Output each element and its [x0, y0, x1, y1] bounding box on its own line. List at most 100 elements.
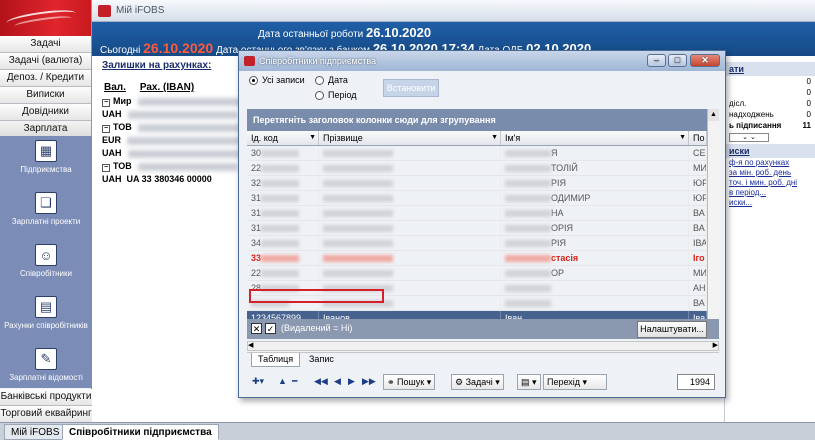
shortcut-label: Зарплатні проекти [11, 217, 81, 226]
link-statement[interactable]: ф-я по рахунках [725, 158, 815, 168]
search-button[interactable]: ⚭ Пошук ▾ [383, 374, 436, 390]
today-date: 26.10.2020 [143, 40, 214, 56]
table-row[interactable]: 34 РІЯ ІВА [247, 236, 707, 251]
next-record-icon[interactable]: ▶ [345, 374, 358, 390]
minimize-icon[interactable]: – [647, 54, 666, 67]
set-button[interactable]: Встановити [383, 79, 439, 97]
shortcut-salary-projects[interactable]: ❏ Зарплатні проекти [0, 188, 92, 240]
triangle-up-icon[interactable]: ▲ [275, 374, 290, 390]
tab-table[interactable]: Таблиця [251, 353, 301, 367]
delete-icon[interactable]: ━ [289, 374, 300, 390]
menu-deposits-credits[interactable]: Депоз. / Кредити [0, 70, 91, 87]
menu-directories[interactable]: Довідники [0, 104, 91, 121]
link-statement[interactable]: в період... [725, 188, 815, 198]
dialog-titlebar[interactable]: Співробітники підприємства – □ ✕ [239, 51, 725, 71]
mini-dropdown[interactable]: ⌄ ⌄ [729, 133, 769, 142]
menu-statements[interactable]: Виписки [0, 87, 91, 104]
grid-vscrollbar[interactable]: ▲ [707, 109, 719, 339]
shortcut-enterprises[interactable]: ▦ Підприємства [0, 136, 92, 188]
link-statement[interactable]: точ. і мин. роб. дні [725, 178, 815, 188]
group-by-area[interactable]: Перетягніть заголовок колонки сюди для з… [247, 109, 707, 131]
scroll-up-icon[interactable]: ▲ [708, 109, 719, 121]
collapse-icon[interactable]: − [102, 125, 110, 133]
chevron-down-icon: ▼ [491, 134, 498, 141]
accounts-title[interactable]: Залишки на рахунках: [102, 60, 211, 71]
shortcut-employees[interactable]: ☺ Співробітники [0, 240, 92, 292]
cards-icon: ▤ [35, 296, 57, 318]
cell-id: 31 [247, 206, 319, 220]
tasks-button[interactable]: ⚙ Задачі ▾ [451, 374, 504, 390]
first-record-icon[interactable]: ◀◀ [311, 374, 331, 390]
account-group[interactable]: − ТОВ [102, 122, 248, 133]
menu-bank-products[interactable]: Банківські продукти [0, 389, 92, 406]
account-row[interactable]: UAH [102, 109, 238, 119]
cell-surname [319, 161, 501, 175]
app-icon [98, 5, 111, 17]
account-group[interactable]: − ТОВ [102, 161, 238, 172]
table-row[interactable]: 30 Я СЕ [247, 146, 707, 161]
last-record-icon[interactable]: ▶▶ [359, 374, 379, 390]
col-name[interactable]: Ім'я ▼ [501, 131, 689, 145]
radio-dot[interactable] [315, 75, 324, 85]
menu-tasks[interactable]: Задачі [0, 36, 91, 53]
cell-patr: СЕ [689, 146, 707, 160]
grid-header: Ід. код ▼ Прізвище ▼ Ім'я ▼ По [247, 131, 707, 146]
cell-patr: ІВА [689, 236, 707, 250]
table-row[interactable]: 31 ОРІЯ ВА [247, 221, 707, 236]
account-row[interactable]: UAH UA 33 380346 00000 [102, 174, 212, 184]
cell-name: ТОЛІЙ [501, 161, 689, 175]
cell-id: 31 [247, 191, 319, 205]
shortcut-label: Зарплатні відомості [9, 373, 83, 382]
goto-dropdown[interactable]: Перехід ▾ [543, 374, 607, 390]
scroll-left-icon[interactable]: ◀ [248, 342, 253, 349]
cell-name: ОДИМИР [501, 191, 689, 205]
task-employees[interactable]: Співробітники підприємства [62, 424, 219, 440]
collapse-icon[interactable]: − [102, 164, 110, 172]
menu-tasks-currency[interactable]: Задачі (валюта) [0, 53, 91, 70]
filter-checkbox[interactable]: ✓ [265, 323, 276, 334]
table-row[interactable]: 31 ОДИМИР ЮР [247, 191, 707, 206]
right-panel-title[interactable]: ати [725, 62, 815, 76]
radio-dot[interactable] [315, 90, 324, 100]
radio-dot[interactable] [249, 75, 258, 85]
link-statement[interactable]: иски... [725, 198, 815, 208]
grid-hscrollbar[interactable]: ◀ ▶ [247, 341, 719, 351]
cell-name: стасія [501, 251, 689, 265]
stat-row: дісл. 0 [729, 99, 811, 108]
cell-surname [319, 206, 501, 220]
tab-record[interactable]: Запис [303, 353, 340, 367]
menu-acquiring[interactable]: Торговий еквайринг [0, 406, 92, 423]
print-button[interactable]: ▤ ▾ [517, 374, 541, 390]
table-row[interactable]: 32 РІЯ ЮР [247, 176, 707, 191]
cell-surname [319, 176, 501, 190]
table-row[interactable]: 33 стасія Іго [247, 251, 707, 266]
chevron-down-icon: ▼ [679, 134, 686, 141]
stat-row: 0 [806, 77, 811, 86]
collapse-icon[interactable]: − [102, 99, 110, 107]
table-row[interactable]: 31 НА ВА [247, 206, 707, 221]
task-my-ifobs[interactable]: Мій iFOBS [4, 424, 67, 440]
maximize-icon[interactable]: □ [668, 54, 687, 67]
col-id[interactable]: Ід. код ▼ [247, 131, 319, 145]
radio-date[interactable]: Дата [315, 75, 348, 85]
table-row[interactable]: 22 ТОЛІЙ МИ [247, 161, 707, 176]
shortcut-employee-accounts[interactable]: ▤ Рахунки співробітників [0, 292, 92, 344]
taskbar: Мій iFOBS Співробітники підприємства [0, 422, 815, 440]
add-icon[interactable]: ✚▾ [249, 374, 267, 390]
scroll-right-icon[interactable]: ▶ [713, 342, 718, 350]
prev-record-icon[interactable]: ◀ [331, 374, 344, 390]
link-statement[interactable]: за мін. роб. день [725, 168, 815, 178]
account-row[interactable]: UAH [102, 148, 248, 158]
configure-button[interactable]: Налаштувати... [637, 321, 707, 338]
account-row[interactable]: EUR [102, 135, 248, 145]
account-group[interactable]: − Мир [102, 96, 258, 107]
col-surname[interactable]: Прізвище ▼ [319, 131, 501, 145]
close-icon[interactable]: ✕ [690, 54, 720, 67]
col-patronymic[interactable]: По [689, 131, 707, 145]
radio-all-records[interactable]: Усі записи [249, 75, 305, 85]
clear-filter-icon[interactable]: ✕ [251, 323, 262, 334]
right-panel-section[interactable]: иски [725, 144, 815, 158]
cell-surname [319, 251, 501, 265]
table-row[interactable]: 22 ОР МИ [247, 266, 707, 281]
radio-period[interactable]: Період [315, 90, 357, 100]
